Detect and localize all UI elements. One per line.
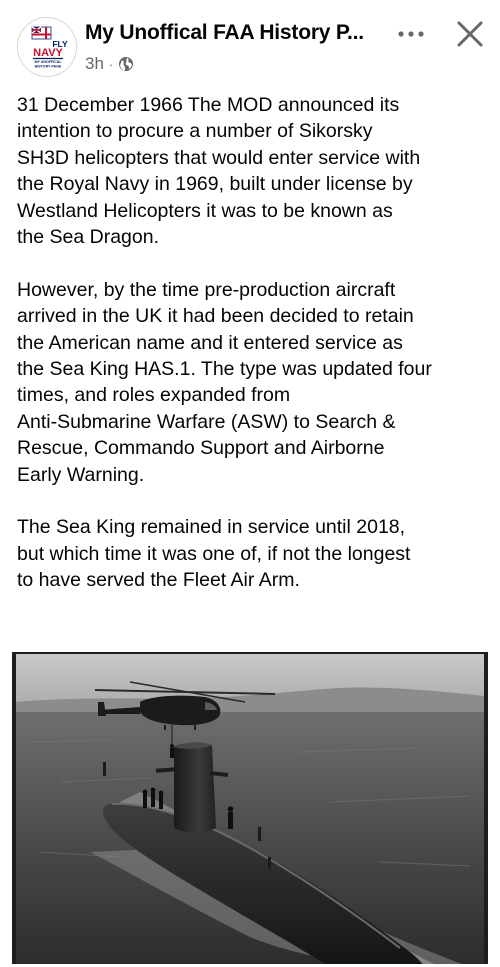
logo-text-subtitle-1: MY UNOFFICAL [34, 60, 62, 64]
post-header: FLY NAVY MY UNOFFICAL HISTORY PAGE My Un… [0, 0, 500, 88]
post-paragraph: 31 December 1966 The MOD announced its i… [17, 94, 421, 249]
logo-text-navy: NAVY [33, 47, 63, 59]
fly-navy-logo: FLY NAVY MY UNOFFICAL HISTORY PAGE [18, 18, 76, 76]
more-dots-icon [398, 31, 424, 37]
page-name-link[interactable]: My Unoffical FAA History P... [85, 21, 364, 45]
post-body-text: 31 December 1966 The MOD announced its i… [17, 92, 487, 620]
post-paragraph: However, by the time pre-production airc… [17, 278, 432, 486]
ensign-flag-icon [31, 26, 52, 40]
post-photo[interactable] [0, 652, 500, 967]
post-timestamp[interactable]: 3h [85, 54, 104, 74]
post-meta: 3h · [85, 54, 134, 74]
meta-separator: · [108, 56, 114, 72]
close-button[interactable] [453, 17, 487, 51]
logo-text-subtitle-2: HISTORY PAGE [35, 65, 62, 69]
post-paragraph: The Sea King remained in service until 2… [17, 516, 411, 592]
submarine-helicopter-photo [0, 652, 500, 967]
globe-icon[interactable] [118, 56, 134, 72]
page-avatar[interactable]: FLY NAVY MY UNOFFICAL HISTORY PAGE [17, 17, 77, 77]
close-icon [457, 21, 483, 47]
more-options-button[interactable] [395, 22, 427, 46]
